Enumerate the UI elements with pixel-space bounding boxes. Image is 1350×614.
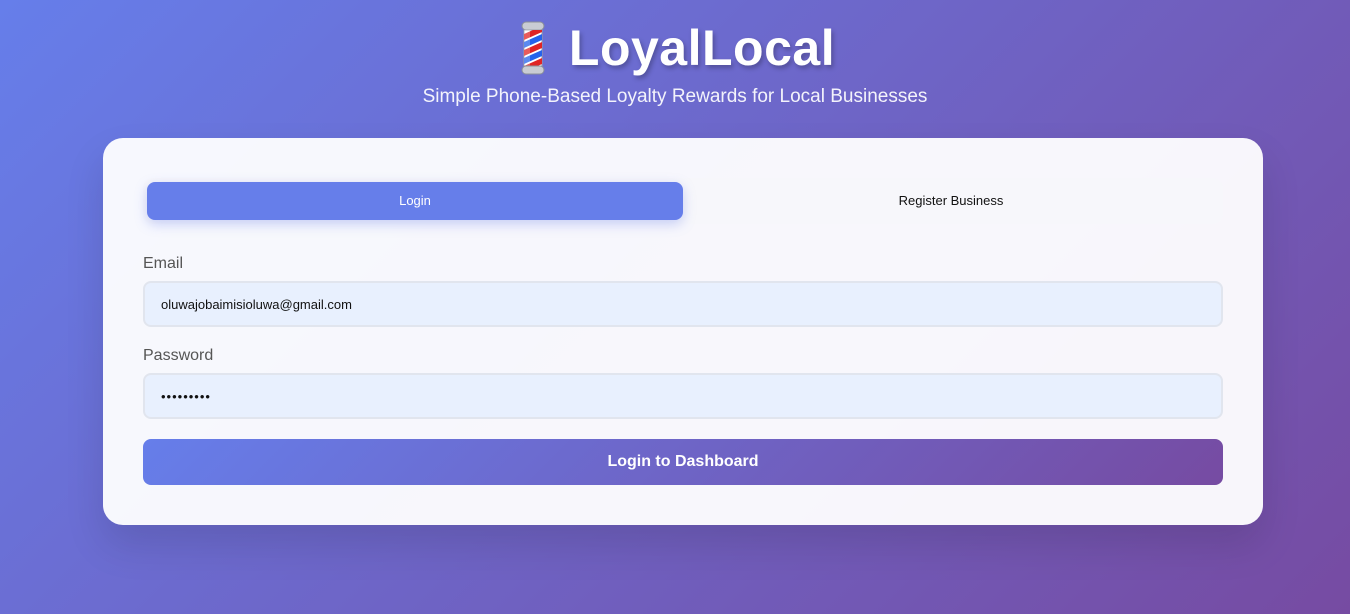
tab-register-business[interactable]: Register Business [683, 182, 1219, 220]
brand: LoyalLocal [0, 18, 1350, 78]
auth-card: Login Register Business Email Password L… [103, 138, 1263, 525]
email-field[interactable] [143, 281, 1223, 327]
barber-pole-icon [515, 20, 551, 76]
app-subtitle: Simple Phone-Based Loyalty Rewards for L… [422, 86, 928, 107]
app-title: LoyalLocal [568, 20, 836, 76]
login-to-dashboard-button[interactable]: Login to Dashboard [143, 439, 1223, 485]
password-field[interactable] [143, 373, 1223, 419]
email-label: Email [143, 255, 184, 272]
password-label: Password [143, 347, 214, 364]
auth-tabs: Login Register Business [143, 178, 1223, 224]
tab-login[interactable]: Login [147, 182, 683, 220]
